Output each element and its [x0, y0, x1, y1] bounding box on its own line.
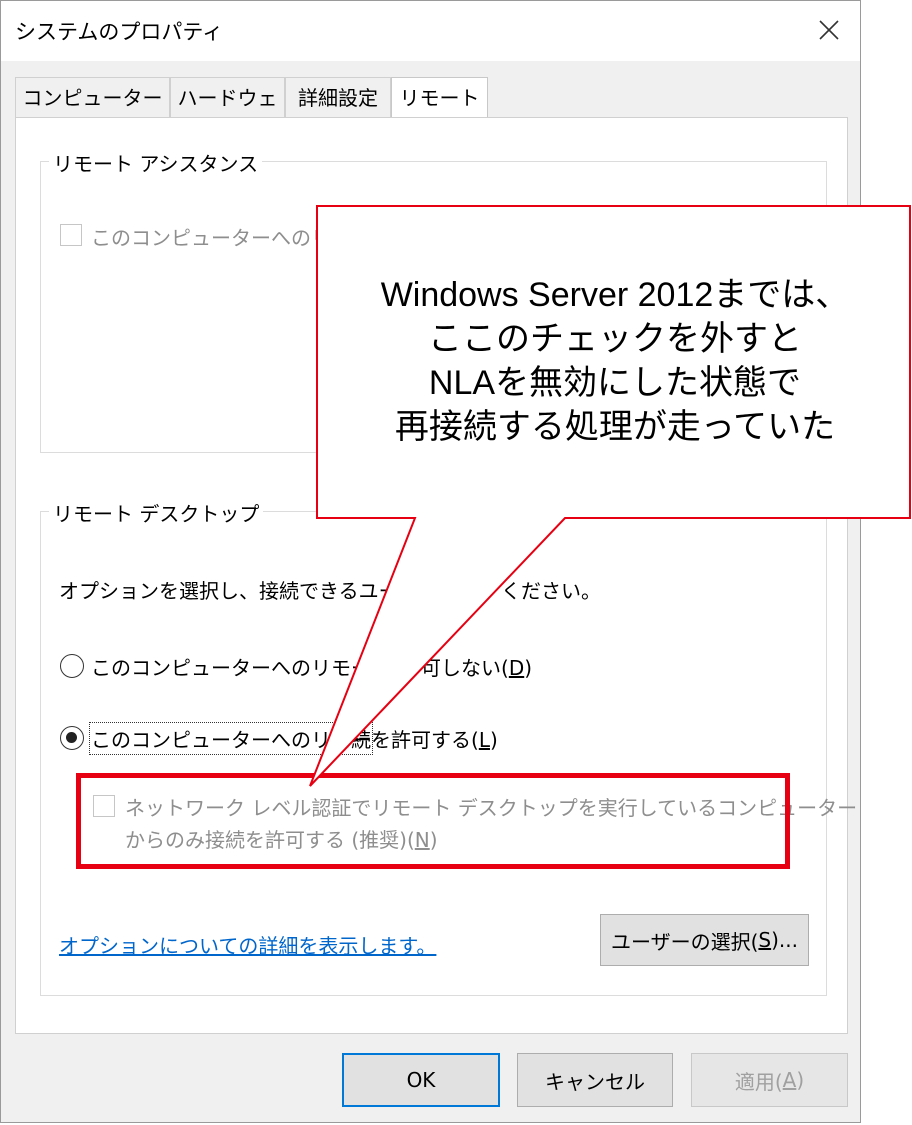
callout-bubble [309, 205, 911, 787]
callout-text: Windows Server 2012までは、 ここのチェックを外すと NLAを… [320, 273, 910, 449]
callout-line-4: 再接続する処理が走っていた [394, 408, 836, 446]
callout-line-2: ここのチェックを外すと [428, 320, 802, 358]
callout-line-3: NLAを無効にした状態で [428, 364, 802, 402]
callout-line-1: Windows Server 2012までは、 [380, 276, 850, 314]
